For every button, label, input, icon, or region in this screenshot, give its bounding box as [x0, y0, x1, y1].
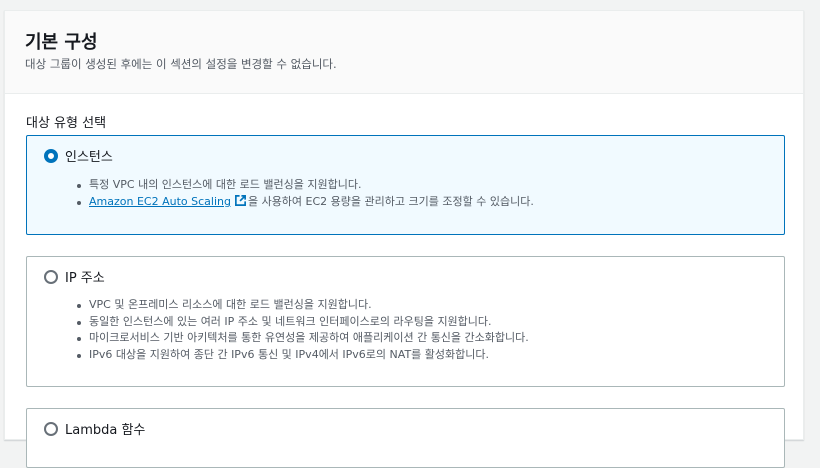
option-label-lambda: Lambda 함수: [65, 423, 146, 438]
radio-lambda[interactable]: [44, 422, 58, 436]
target-type-option-instances[interactable]: 인스턴스 특정 VPC 내의 인스턴스에 대한 로드 밸런싱을 지원합니다. A…: [26, 135, 785, 235]
list-item: 마이크로서비스 기반 아키텍처를 통한 유연성을 제공하여 애플리케이션 간 통…: [77, 330, 529, 347]
radio-instances[interactable]: [44, 149, 58, 163]
auto-scaling-link[interactable]: Amazon EC2 Auto Scaling: [89, 195, 231, 208]
auto-scaling-suffix: 을 사용하여 EC2 용량을 관리하고 크기를 조정할 수 있습니다.: [247, 194, 534, 208]
target-type-option-ip[interactable]: IP 주소 VPC 및 온프레미스 리소스에 대한 로드 밸런싱을 지원합니다.…: [26, 256, 785, 387]
section-description: 대상 그룹이 생성된 후에는 이 섹션의 설정을 변경할 수 없습니다.: [25, 57, 337, 71]
basic-config-panel: 기본 구성 대상 그룹이 생성된 후에는 이 섹션의 설정을 변경할 수 없습니…: [4, 10, 804, 468]
list-item: 동일한 인스턴스에 있는 여러 IP 주소 및 네트워크 인터페이스로의 라우팅…: [77, 314, 529, 331]
option-label-instances: 인스턴스: [65, 150, 113, 165]
option-label-ip: IP 주소: [65, 271, 105, 286]
list-item: 특정 VPC 내의 인스턴스에 대한 로드 밸런싱을 지원합니다.: [77, 177, 534, 194]
radio-ip[interactable]: [44, 270, 58, 284]
target-type-label: 대상 유형 선택: [26, 116, 107, 131]
instances-bullet-list: 특정 VPC 내의 인스턴스에 대한 로드 밸런싱을 지원합니다. Amazon…: [77, 177, 534, 213]
panel-header: 기본 구성 대상 그룹이 생성된 후에는 이 섹션의 설정을 변경할 수 없습니…: [5, 11, 803, 94]
list-item: VPC 및 온프레미스 리소스에 대한 로드 밸런싱을 지원합니다.: [77, 297, 529, 314]
list-item: Amazon EC2 Auto Scaling 을 사용하여 EC2 용량을 관리…: [77, 194, 534, 213]
list-item: IPv6 대상을 지원하여 종단 간 IPv6 통신 및 IPv4에서 IPv6…: [77, 347, 529, 364]
section-title: 기본 구성: [25, 32, 98, 53]
target-type-option-lambda[interactable]: Lambda 함수: [26, 408, 785, 468]
external-link-icon[interactable]: [234, 194, 247, 213]
ip-bullet-list: VPC 및 온프레미스 리소스에 대한 로드 밸런싱을 지원합니다. 동일한 인…: [77, 297, 529, 364]
